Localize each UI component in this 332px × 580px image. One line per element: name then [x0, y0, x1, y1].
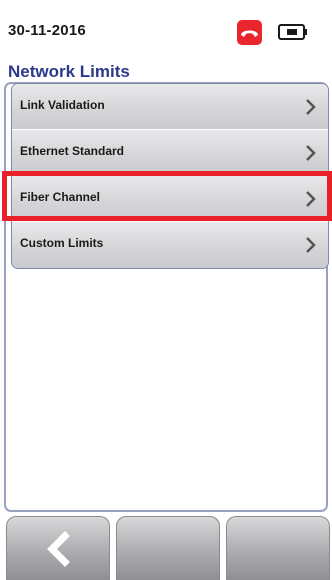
- page-title: Network Limits: [8, 62, 130, 81]
- menu-item-custom-limits[interactable]: Custom Limits: [12, 222, 328, 268]
- menu-item-link-validation[interactable]: Link Validation: [12, 84, 328, 130]
- chevron-right-icon: [305, 236, 316, 254]
- status-date: 30-11-2016: [8, 22, 86, 39]
- back-button[interactable]: [6, 516, 110, 580]
- menu-item-fiber-channel[interactable]: Fiber Channel: [12, 176, 328, 222]
- soft-button-3[interactable]: [226, 516, 330, 580]
- menu-list: Link Validation Ethernet Standard Fiber …: [11, 83, 329, 269]
- chevron-right-icon: [305, 98, 316, 116]
- soft-button-2[interactable]: [116, 516, 220, 580]
- back-arrow-icon: [43, 531, 75, 567]
- menu-item-ethernet-standard[interactable]: Ethernet Standard: [12, 130, 328, 176]
- hangup-phone-icon[interactable]: [237, 20, 262, 45]
- network-limits-screen: 30-11-2016 Network Limits Link Validatio…: [0, 0, 332, 580]
- menu-item-label: Link Validation: [20, 98, 105, 112]
- bottom-button-bar: [0, 516, 332, 580]
- chevron-right-icon: [305, 190, 316, 208]
- battery-icon: [278, 24, 308, 40]
- menu-item-label: Fiber Channel: [20, 190, 101, 204]
- menu-item-label: Ethernet Standard: [20, 144, 125, 158]
- chevron-right-icon: [305, 144, 316, 162]
- status-bar: 30-11-2016: [0, 0, 332, 56]
- menu-item-label: Custom Limits: [20, 236, 104, 250]
